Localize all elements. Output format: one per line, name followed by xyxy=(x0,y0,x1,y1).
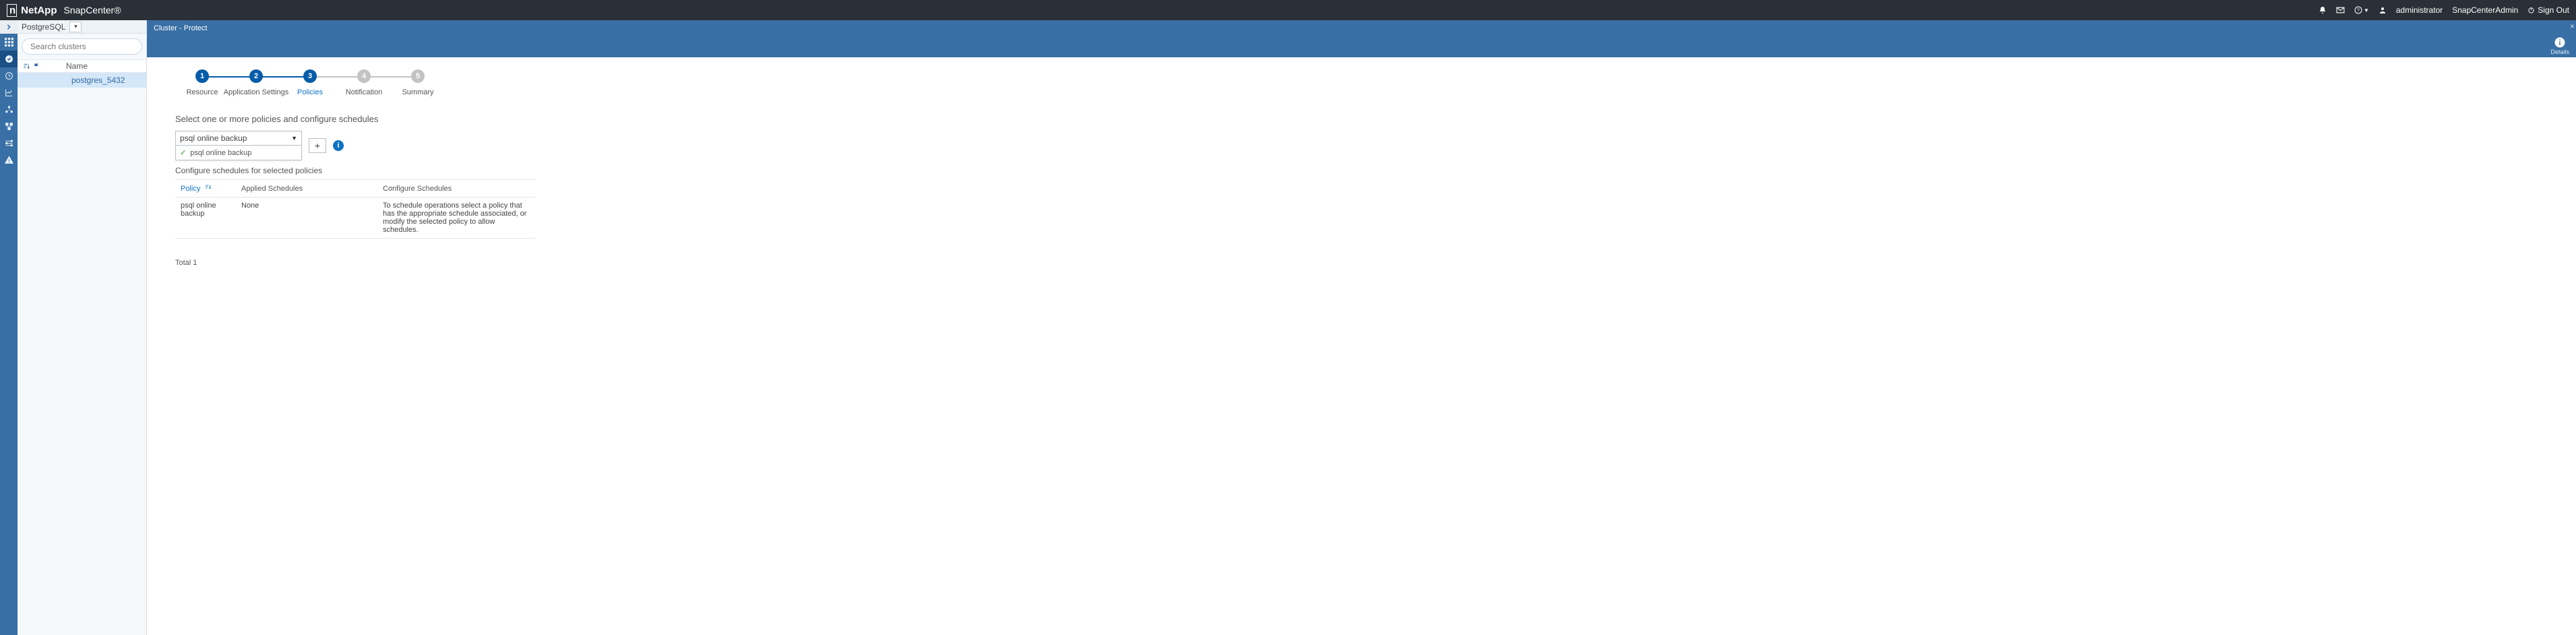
step-label: Application Settings xyxy=(224,88,289,96)
help-icon[interactable]: ? ▼ xyxy=(2354,6,2369,14)
rail-resources[interactable] xyxy=(0,51,18,67)
resource-list: postgres_5432 xyxy=(18,73,146,635)
details-button[interactable]: Details xyxy=(2550,36,2569,55)
app-name: SnapCenter® xyxy=(64,5,121,16)
content-area: Cluster - Protect × Details 1 Resource 2… xyxy=(147,20,2576,635)
details-label: Details xyxy=(2550,49,2569,55)
col-configure: Configure Schedules xyxy=(377,180,535,198)
mail-icon[interactable] xyxy=(2336,7,2345,13)
step-resource[interactable]: 1 Resource xyxy=(175,69,229,96)
context-dropdown-button[interactable]: ▾ xyxy=(69,22,82,32)
user-name[interactable]: administrator xyxy=(2396,5,2443,15)
col-name: Name xyxy=(66,61,88,71)
step-number: 4 xyxy=(357,69,371,83)
bell-icon[interactable] xyxy=(2319,6,2327,14)
check-icon: ✓ xyxy=(180,148,186,157)
step-policies[interactable]: 3 Policies xyxy=(283,69,337,96)
signout-label: Sign Out xyxy=(2538,5,2569,15)
rail-hosts[interactable] xyxy=(0,101,18,118)
info-icon xyxy=(2554,36,2566,49)
rail-reports[interactable] xyxy=(0,84,18,101)
col-applied: Applied Schedules xyxy=(236,180,377,198)
rail-monitor[interactable] xyxy=(0,67,18,84)
chevron-down-icon: ▼ xyxy=(291,135,297,142)
content-header: Cluster - Protect × Details xyxy=(147,20,2576,57)
signout-icon xyxy=(2527,7,2535,14)
resource-list-header: Name xyxy=(18,59,146,73)
policy-info-icon[interactable]: i xyxy=(333,140,344,151)
step-number: 1 xyxy=(195,69,209,83)
step-label: Notification xyxy=(346,88,382,96)
resource-panel: PostgreSQL ▾ Name postgres_5432 xyxy=(18,20,147,635)
step-label: Summary xyxy=(402,88,433,96)
policy-option-label: psql online backup xyxy=(190,149,251,157)
cell-applied: None xyxy=(236,198,377,239)
search-input[interactable] xyxy=(22,38,142,55)
user-icon xyxy=(2379,6,2387,14)
brand-right: ? ▼ administrator SnapCenterAdmin Sign O… xyxy=(2319,5,2569,15)
policies-section-title: Select one or more policies and configur… xyxy=(175,114,2567,124)
vendor-name: NetApp xyxy=(21,5,57,16)
plus-icon: + xyxy=(315,140,320,151)
rail-settings[interactable] xyxy=(0,135,18,152)
step-number: 2 xyxy=(249,69,263,83)
rail-expand-button[interactable] xyxy=(0,20,18,34)
policy-dropdown-value: psql online backup xyxy=(180,133,247,143)
brand-bar: n NetApp SnapCenter® ? ▼ administrator S… xyxy=(0,0,2576,20)
context-label: PostgreSQL xyxy=(22,22,65,32)
sort-icon[interactable] xyxy=(23,63,30,70)
configure-schedules-title: Configure schedules for selected policie… xyxy=(175,166,2567,175)
step-number: 5 xyxy=(411,69,425,83)
policy-dropdown-option[interactable]: ✓ psql online backup xyxy=(175,146,302,160)
svg-text:?: ? xyxy=(2357,9,2360,13)
sort-asc-icon xyxy=(205,185,212,193)
close-icon[interactable]: × xyxy=(2570,22,2575,31)
cell-policy: psql online backup xyxy=(175,198,236,239)
rail-alerts[interactable] xyxy=(0,152,18,169)
schedules-table: Policy Applied Schedules Configure Sched… xyxy=(175,179,535,239)
resource-item-label: postgres_5432 xyxy=(71,75,125,85)
col-policy[interactable]: Policy xyxy=(175,180,236,198)
step-summary: 5 Summary xyxy=(391,69,445,96)
wizard: 1 Resource 2 Application Settings 3 Poli… xyxy=(175,69,2567,96)
signout-button[interactable]: Sign Out xyxy=(2527,5,2569,15)
cell-configure: To schedule operations select a policy t… xyxy=(377,198,535,239)
rail-storage[interactable] xyxy=(0,118,18,135)
nav-rail xyxy=(0,20,18,635)
step-app-settings[interactable]: 2 Application Settings xyxy=(229,69,283,96)
table-row: psql online backup None To schedule oper… xyxy=(175,198,535,239)
resource-item[interactable]: postgres_5432 xyxy=(18,73,146,88)
add-policy-button[interactable]: + xyxy=(309,138,326,153)
step-number: 3 xyxy=(303,69,317,83)
step-label: Policies xyxy=(297,88,323,96)
breadcrumb: Cluster - Protect xyxy=(154,24,207,32)
step-notification: 4 Notification xyxy=(337,69,391,96)
netapp-logo-icon: n xyxy=(7,4,17,17)
role-name[interactable]: SnapCenterAdmin xyxy=(2452,5,2518,15)
step-label: Resource xyxy=(186,88,218,96)
resource-context-bar: PostgreSQL ▾ xyxy=(18,20,146,34)
brand-left: n NetApp SnapCenter® xyxy=(7,4,121,17)
flag-icon[interactable] xyxy=(33,63,40,70)
policy-dropdown[interactable]: psql online backup ▼ xyxy=(175,131,302,146)
rail-dashboard[interactable] xyxy=(0,34,18,51)
total-count: Total 1 xyxy=(175,259,2567,267)
